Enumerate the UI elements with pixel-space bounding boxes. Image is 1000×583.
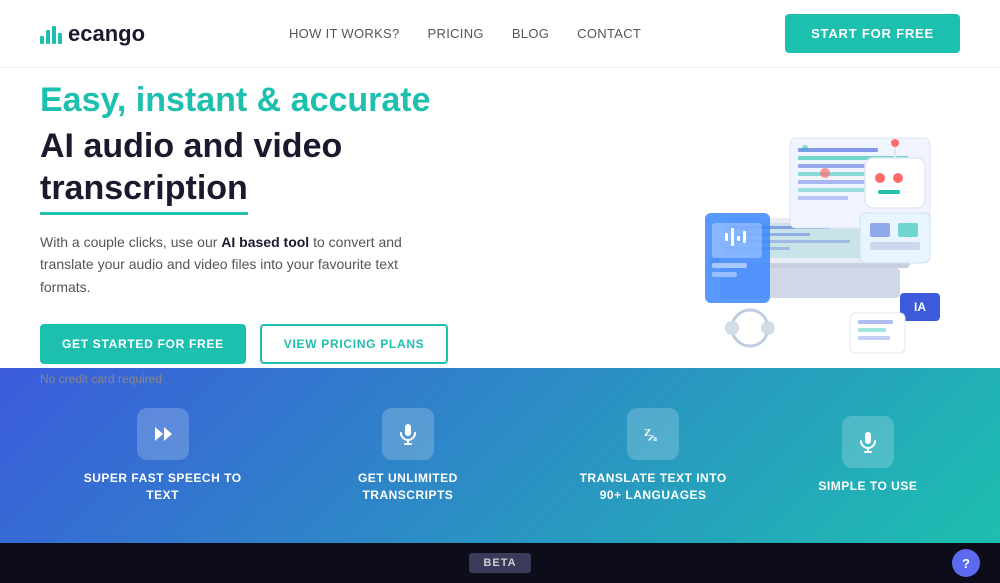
logo-name: ecango xyxy=(68,21,145,47)
translate-icon: Z a xyxy=(641,422,665,446)
view-pricing-button[interactable]: VIEW PRICING PLANS xyxy=(260,324,449,364)
microphone2-icon xyxy=(856,430,880,454)
translate-icon-box: Z a xyxy=(627,408,679,460)
hero-title-line2: transcription xyxy=(40,167,248,215)
logo-bar-4 xyxy=(58,33,62,44)
svg-text:a: a xyxy=(653,434,657,443)
nav-how-it-works[interactable]: HOW IT WORKS? xyxy=(289,26,400,41)
no-credit-card-text: No credit card required xyxy=(40,372,560,386)
hero-title-line1: AI audio and video xyxy=(40,127,342,165)
hero-desc-start: With a couple clicks, use our xyxy=(40,234,221,250)
hero-description: With a couple clicks, use our AI based t… xyxy=(40,231,440,298)
start-for-free-button[interactable]: START FOR FREE xyxy=(785,14,960,53)
svg-text:Z: Z xyxy=(644,427,651,439)
nav-contact[interactable]: CONTACT xyxy=(577,26,641,41)
help-button[interactable]: ? xyxy=(952,549,980,577)
logo-icon xyxy=(40,24,62,44)
simple-label: SIMPLE TO USE xyxy=(818,478,917,495)
beta-badge: BETA xyxy=(469,553,530,573)
nav-pricing[interactable]: PRICING xyxy=(428,26,484,41)
feature-simple: SIMPLE TO USE xyxy=(818,416,917,495)
nav-blog[interactable]: BLOG xyxy=(512,26,549,41)
hero-content: Easy, instant & accurate AI audio and vi… xyxy=(40,80,560,386)
speech-to-text-icon-box xyxy=(137,408,189,460)
logo-bar-3 xyxy=(52,26,56,44)
simple-icon-box xyxy=(842,416,894,468)
get-started-button[interactable]: GET STARTED FOR FREE xyxy=(40,324,246,364)
feature-transcripts: GET UNLIMITED TRANSCRIPTS xyxy=(328,408,488,504)
fast-forward-icon xyxy=(151,422,175,446)
hero-desc-bold: AI based tool xyxy=(221,234,309,250)
feature-speech-to-text: SUPER FAST SPEECH TO TEXT xyxy=(83,408,243,504)
features-section: SUPER FAST SPEECH TO TEXT GET UNLIMITED … xyxy=(0,368,1000,543)
hero-section: Easy, instant & accurate AI audio and vi… xyxy=(0,68,1000,368)
transcripts-icon-box xyxy=(382,408,434,460)
svg-text:IA: IA xyxy=(914,300,926,314)
feature-translate: Z a TRANSLATE TEXT INTO 90+ LANGUAGES xyxy=(573,408,733,504)
hero-illustration: IA xyxy=(650,78,970,368)
hero-tagline: Easy, instant & accurate xyxy=(40,80,560,121)
translate-label: TRANSLATE TEXT INTO 90+ LANGUAGES xyxy=(573,470,733,504)
transcripts-label: GET UNLIMITED TRANSCRIPTS xyxy=(328,470,488,504)
hero-buttons: GET STARTED FOR FREE VIEW PRICING PLANS xyxy=(40,324,560,364)
navbar: ecango HOW IT WORKS? PRICING BLOG CONTAC… xyxy=(0,0,1000,68)
speech-to-text-label: SUPER FAST SPEECH TO TEXT xyxy=(83,470,243,504)
logo[interactable]: ecango xyxy=(40,21,145,47)
nav-links: HOW IT WORKS? PRICING BLOG CONTACT xyxy=(289,25,641,43)
footer-bar: BETA ? xyxy=(0,543,1000,583)
microphone-icon xyxy=(396,422,420,446)
hero-title: AI audio and video transcription xyxy=(40,125,560,215)
logo-bar-2 xyxy=(46,30,50,44)
logo-bar-1 xyxy=(40,36,44,44)
